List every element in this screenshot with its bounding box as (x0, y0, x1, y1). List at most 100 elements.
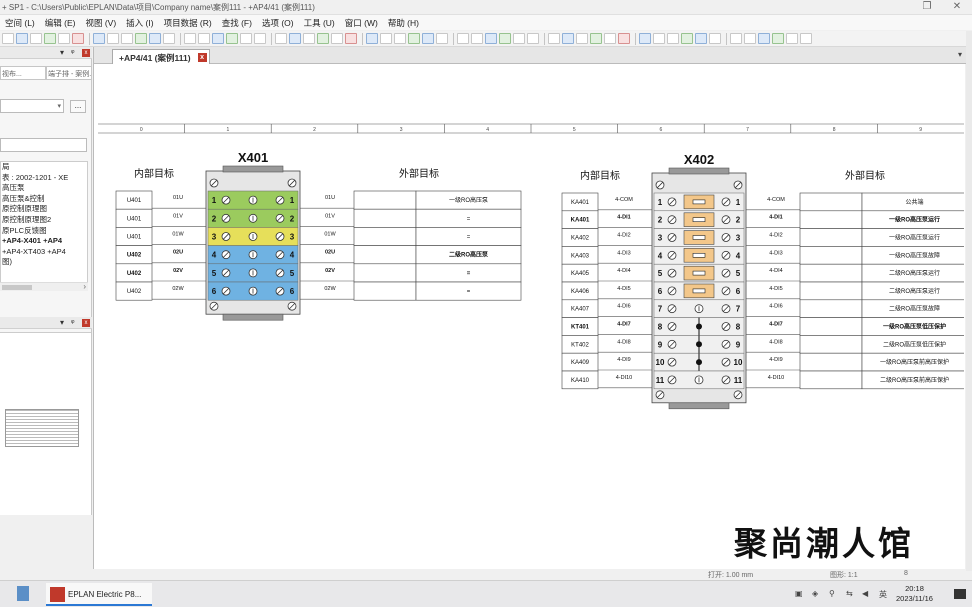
pin-icon[interactable]: ᵠ (71, 48, 75, 57)
toolbar-tool-icon[interactable] (212, 33, 224, 44)
toolbar-tool-icon[interactable] (786, 33, 798, 44)
close-panel-icon[interactable]: x (82, 319, 90, 327)
toolbar-tool-icon[interactable] (548, 33, 560, 44)
tray-app-icon[interactable]: ▣ (795, 589, 803, 598)
toolbar-tool-icon[interactable] (2, 33, 14, 44)
menu-item-0[interactable]: 空间 (L) (0, 17, 40, 29)
toolbar-tool-icon[interactable] (275, 33, 287, 44)
toolbar-tool-icon[interactable] (758, 33, 770, 44)
toolbar-tool-icon[interactable] (289, 33, 301, 44)
notification-icon[interactable] (954, 589, 966, 599)
menu-item-4[interactable]: 项目数据 (R) (159, 17, 217, 29)
tree-item[interactable]: 原控制原理图 (1, 204, 87, 215)
search-input[interactable] (0, 138, 87, 152)
toolbar-tool-icon[interactable] (576, 33, 588, 44)
pin-icon[interactable]: ᵠ (71, 318, 75, 327)
tree-item[interactable]: 高压泵&控制 (1, 194, 87, 205)
toolbar-tool-icon[interactable] (317, 33, 329, 44)
toolbar-tool-icon[interactable] (709, 33, 721, 44)
toolbar-tool-icon[interactable] (457, 33, 469, 44)
menu-item-9[interactable]: 帮助 (H) (383, 17, 424, 29)
panel-menu-icon[interactable]: ▾ (60, 48, 64, 57)
toolbar-tool-icon[interactable] (184, 33, 196, 44)
toolbar-tool-icon[interactable] (730, 33, 742, 44)
volume-icon[interactable]: ◀ (862, 589, 868, 598)
tree-item[interactable]: +AP4-X401 +AP4 (1, 236, 87, 247)
menu-item-1[interactable]: 编辑 (E) (40, 17, 81, 29)
tree-item[interactable]: 表 : 2002-1201 - XE (1, 173, 87, 184)
toolbar-tool-icon[interactable] (107, 33, 119, 44)
document-tab[interactable]: +AP4/41 (案例111) x (112, 49, 210, 64)
toolbar-tool-icon[interactable] (345, 33, 357, 44)
toolbar-tool-icon[interactable] (513, 33, 525, 44)
toolbar-tool-icon[interactable] (772, 33, 784, 44)
toolbar-tool-icon[interactable] (121, 33, 133, 44)
toolbar-tool-icon[interactable] (653, 33, 665, 44)
toolbar-tool-icon[interactable] (408, 33, 420, 44)
toolbar-tool-icon[interactable] (394, 33, 406, 44)
toolbar-tool-icon[interactable] (44, 33, 56, 44)
drawing-canvas[interactable]: 0 1 2 3 4 5 6 7 8 9 X401 内部目标 外部目标 U401 01U 1 1 01U 一级RO高压… (98, 67, 968, 565)
menu-item-6[interactable]: 选项 (O) (257, 17, 299, 29)
tray-network-icon[interactable]: ⚲ (829, 589, 835, 598)
menu-item-5[interactable]: 查找 (F) (217, 17, 257, 29)
toolbar-tool-icon[interactable] (499, 33, 511, 44)
toolbar-tool-icon[interactable] (590, 33, 602, 44)
toolbar-tool-icon[interactable] (695, 33, 707, 44)
system-clock[interactable]: 20:18 2023/11/16 (896, 584, 933, 604)
ime-icon[interactable]: 英 (879, 589, 887, 600)
toolbar-tool-icon[interactable] (485, 33, 497, 44)
toolbar-tool-icon[interactable] (422, 33, 434, 44)
toolbar-tool-icon[interactable] (240, 33, 252, 44)
tree-item[interactable]: 高压泵 (1, 183, 87, 194)
toolbar-tool-icon[interactable] (436, 33, 448, 44)
restore-button[interactable]: ❐ (914, 0, 940, 14)
toolbar-tool-icon[interactable] (681, 33, 693, 44)
toolbar-tool-icon[interactable] (135, 33, 147, 44)
toolbar-tool-icon[interactable] (58, 33, 70, 44)
toolbar-tool-icon[interactable] (562, 33, 574, 44)
toolbar-tool-icon[interactable] (16, 33, 28, 44)
toolbar-tool-icon[interactable] (72, 33, 84, 44)
toolbar-tool-icon[interactable] (254, 33, 266, 44)
tree-item[interactable]: 原控制原理图2 (1, 215, 87, 226)
menu-item-3[interactable]: 插入 (I) (121, 17, 158, 29)
close-tab-icon[interactable]: x (197, 53, 207, 62)
toolbar-tool-icon[interactable] (30, 33, 42, 44)
scroll-thumb[interactable] (2, 285, 32, 290)
panel-menu-icon[interactable]: ▾ (60, 318, 64, 327)
right-toolbar[interactable] (966, 31, 972, 571)
tray-input-icon[interactable]: ⇆ (846, 589, 853, 598)
toolbar-tool-icon[interactable] (800, 33, 812, 44)
toolbar-tool-icon[interactable] (618, 33, 630, 44)
navigator-tab-0[interactable]: 视布... (0, 66, 46, 80)
scroll-right-icon[interactable]: › (83, 282, 86, 291)
toolbar-tool-icon[interactable] (303, 33, 315, 44)
toolbar-tool-icon[interactable] (366, 33, 378, 44)
menu-item-7[interactable]: 工具 (U) (299, 17, 340, 29)
toolbar-tool-icon[interactable] (380, 33, 392, 44)
taskbar-app-eplan[interactable]: EPLAN Electric P8... (46, 583, 152, 606)
tree-scrollbar[interactable]: › (0, 282, 88, 291)
file-explorer-icon[interactable] (17, 586, 29, 601)
tree-item[interactable]: +AP4-XT403 +AP4 (1, 247, 87, 258)
toolbar-tool-icon[interactable] (639, 33, 651, 44)
filter-combo[interactable]: ▾ (0, 99, 64, 113)
toolbar-tool-icon[interactable] (149, 33, 161, 44)
tab-list-icon[interactable]: ▾ (958, 50, 962, 59)
toolbar-tool-icon[interactable] (93, 33, 105, 44)
navigator-tab-1[interactable]: 端子排 - 案例... (46, 66, 92, 80)
toolbar-tool-icon[interactable] (527, 33, 539, 44)
tree-item[interactable]: 原PLC反馈图 (1, 226, 87, 237)
toolbar-tool-icon[interactable] (163, 33, 175, 44)
close-window-button[interactable]: ✕ (944, 0, 970, 14)
more-options-button[interactable]: ... (70, 100, 86, 113)
menu-item-2[interactable]: 视图 (V) (80, 17, 121, 29)
tree-item[interactable]: 图) (1, 257, 87, 268)
toolbar-tool-icon[interactable] (331, 33, 343, 44)
toolbar-tool-icon[interactable] (198, 33, 210, 44)
toolbar-tool-icon[interactable] (744, 33, 756, 44)
tray-security-icon[interactable]: ◈ (812, 589, 818, 598)
menu-item-8[interactable]: 窗口 (W) (340, 17, 383, 29)
tree-item[interactable]: 局 (1, 162, 87, 173)
